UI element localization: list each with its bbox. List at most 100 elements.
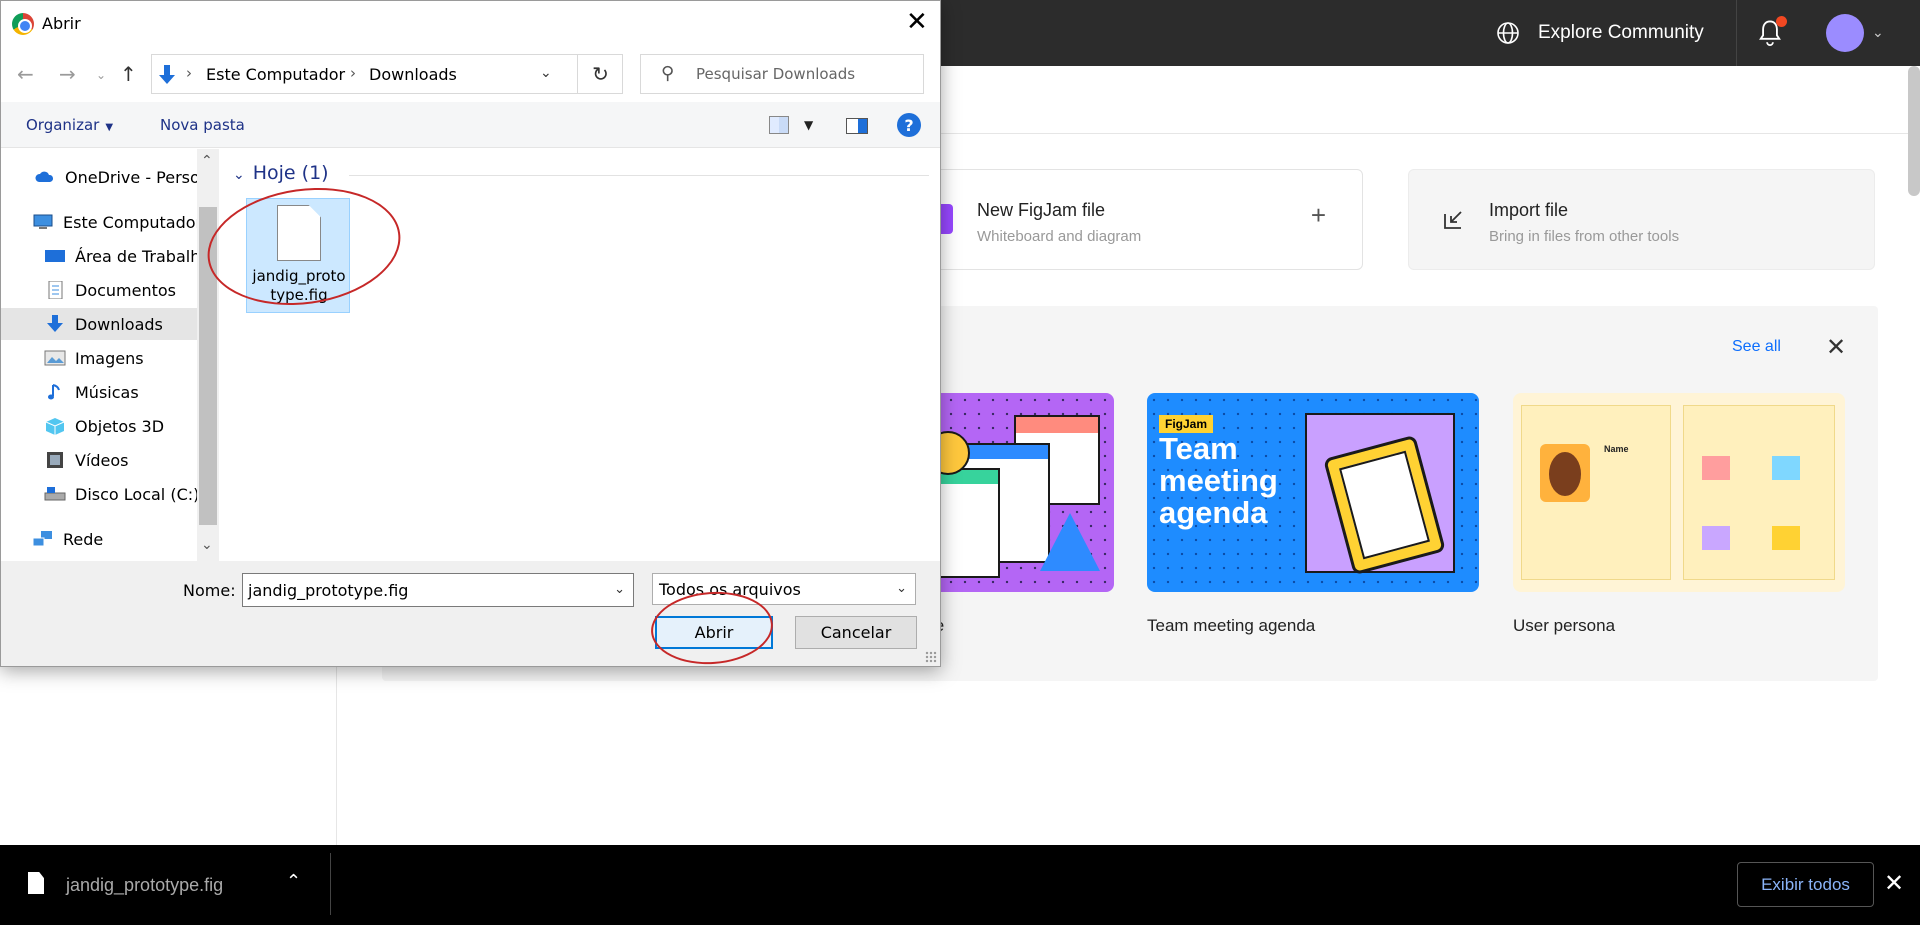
nav-item-label: Imagens xyxy=(75,348,144,368)
nav-item-musicas[interactable]: Músicas xyxy=(1,376,197,408)
chevron-down-icon[interactable]: ⌄ xyxy=(96,68,106,82)
resize-grip-icon[interactable] xyxy=(925,651,937,663)
open-file-dialog: Abrir ✕ ← → ⌄ ↑ › Este Computador › Down… xyxy=(0,0,941,667)
chevron-up-icon[interactable]: ⌃ xyxy=(201,153,213,169)
new-folder-button[interactable]: Nova pasta xyxy=(160,116,245,134)
close-icon[interactable]: ✕ xyxy=(906,7,928,37)
group-header-today[interactable]: ⌄ Hoje (1) xyxy=(233,162,329,184)
close-icon[interactable]: ✕ xyxy=(1884,869,1904,898)
file-type-select[interactable]: Todos os arquivos ⌄ xyxy=(652,573,916,605)
nav-item-objetos-3d[interactable]: Objetos 3D xyxy=(1,410,197,442)
nav-item-este-computador[interactable]: Este Computador xyxy=(1,206,197,238)
organize-label: Organizar xyxy=(26,116,100,134)
sticky-note xyxy=(1702,456,1730,480)
images-icon xyxy=(44,350,66,366)
chevron-down-icon[interactable]: ⌄ xyxy=(201,537,213,553)
file-name-label: Nome: xyxy=(183,581,236,600)
show-all-downloads-button[interactable]: Exibir todos xyxy=(1737,862,1874,907)
nav-scrollbar-thumb[interactable] xyxy=(199,207,217,525)
videos-icon xyxy=(47,452,63,468)
refresh-icon[interactable]: ↻ xyxy=(577,55,623,93)
file-name-value[interactable]: jandig_prototype.fig xyxy=(248,581,408,600)
nav-item-label: Área de Trabalho xyxy=(75,246,197,266)
sticky-note xyxy=(1772,456,1800,480)
nav-item-imagens[interactable]: Imagens xyxy=(1,342,197,374)
page-scrollbar[interactable] xyxy=(1908,66,1920,196)
explore-community-label: Explore Community xyxy=(1538,22,1704,43)
download-file-name[interactable]: jandig_prototype.fig xyxy=(66,875,223,896)
plus-icon: + xyxy=(1310,200,1326,230)
template-thumbnail-team-meeting[interactable]: FigJam Team meeting agenda xyxy=(1147,393,1479,592)
nav-item-area-de-trabalho[interactable]: Área de Trabalho xyxy=(1,240,197,272)
network-icon xyxy=(32,531,52,547)
dialog-footer: Nome: jandig_prototype.fig ⌄ Todos os ar… xyxy=(1,561,940,666)
template-caption[interactable]: Team meeting agenda xyxy=(1147,616,1315,636)
caret-down-icon[interactable]: ▼ xyxy=(804,118,813,132)
back-arrow-icon[interactable]: ← xyxy=(17,62,34,86)
group-divider xyxy=(349,175,929,176)
chevron-up-icon[interactable]: ⌃ xyxy=(286,871,301,892)
documents-icon xyxy=(48,281,63,299)
template-thumbnail-brainstorm[interactable] xyxy=(930,393,1114,592)
nav-item-onedrive[interactable]: OneDrive - Personal xyxy=(1,161,197,193)
explore-community-link[interactable]: Explore Community xyxy=(1496,0,1704,66)
import-file-subtitle: Bring in files from other tools xyxy=(1489,228,1680,245)
caret-down-icon: ▼ xyxy=(105,122,114,133)
search-input[interactable] xyxy=(696,63,916,85)
topbar-divider xyxy=(1736,0,1737,66)
new-figjam-subtitle: Whiteboard and diagram xyxy=(977,228,1142,245)
nav-item-rede[interactable]: Rede xyxy=(1,523,197,555)
nav-item-label: Disco Local (C:) xyxy=(75,484,197,504)
chevron-down-icon[interactable]: ⌄ xyxy=(1872,24,1884,41)
nav-scrollbar[interactable]: ⌃ ⌄ xyxy=(197,149,219,561)
forward-arrow-icon[interactable]: → xyxy=(59,62,76,86)
file-list-pane: ⌄ Hoje (1) jandig_prototype.fig xyxy=(219,149,940,561)
downloads-icon xyxy=(47,315,63,332)
preview-pane-icon[interactable] xyxy=(846,118,868,134)
file-name-combobox[interactable]: jandig_prototype.fig ⌄ xyxy=(242,573,634,607)
new-figjam-card[interactable]: New FigJam file Whiteboard and diagram + xyxy=(880,169,1363,270)
help-icon[interactable]: ? xyxy=(897,113,921,137)
view-options-icon[interactable] xyxy=(769,116,789,134)
file-icon xyxy=(28,872,44,894)
see-all-link[interactable]: See all xyxy=(1732,338,1781,356)
dialog-titlebar: Abrir ✕ xyxy=(1,1,940,46)
dialog-title: Abrir xyxy=(42,14,81,33)
template-caption[interactable]: User persona xyxy=(1513,616,1615,636)
disk-icon xyxy=(44,487,66,501)
open-button[interactable]: Abrir xyxy=(655,616,773,649)
nav-item-label: Músicas xyxy=(75,382,139,402)
breadcrumb-segment[interactable]: Downloads xyxy=(369,65,457,84)
close-icon[interactable]: ✕ xyxy=(1826,333,1846,362)
import-file-card[interactable]: Import file Bring in files from other to… xyxy=(1408,169,1875,270)
avatar[interactable] xyxy=(1826,14,1864,52)
breadcrumb-segment[interactable]: Este Computador xyxy=(206,65,345,84)
search-icon: ⚲ xyxy=(661,63,675,84)
nav-item-disco-local[interactable]: Disco Local (C:) xyxy=(1,478,197,510)
chevron-down-icon[interactable]: ⌄ xyxy=(540,65,552,81)
download-divider xyxy=(330,853,331,915)
nav-item-documentos[interactable]: Documentos xyxy=(1,274,197,306)
organize-menu[interactable]: Organizar ▼ xyxy=(26,116,113,134)
nav-item-videos[interactable]: Vídeos xyxy=(1,444,197,476)
cancel-button[interactable]: Cancelar xyxy=(795,616,917,649)
persona-card xyxy=(1683,405,1835,580)
nav-item-label: Este Computador xyxy=(63,212,197,232)
nav-item-label: Downloads xyxy=(75,314,163,334)
chevron-down-icon[interactable]: ⌄ xyxy=(614,582,625,597)
file-item[interactable]: jandig_prototype.fig xyxy=(246,198,350,313)
globe-icon xyxy=(1497,22,1519,44)
group-header-label: Hoje (1) xyxy=(252,162,329,184)
address-bar[interactable]: › Este Computador › Downloads ⌄ ↻ xyxy=(151,54,623,94)
up-arrow-icon[interactable]: ↑ xyxy=(120,62,137,86)
chevron-down-icon: ⌄ xyxy=(896,581,907,596)
thumb-title: Team meeting agenda xyxy=(1159,431,1278,530)
onedrive-icon xyxy=(35,171,54,182)
search-box[interactable]: ⚲ xyxy=(640,54,924,94)
template-thumbnail-user-persona[interactable]: Name xyxy=(1513,393,1845,592)
nav-item-label: Documentos xyxy=(75,280,177,300)
nav-item-downloads[interactable]: Downloads xyxy=(1,308,197,340)
chrome-logo-icon xyxy=(12,13,34,35)
persona-name-label: Name xyxy=(1604,444,1629,454)
nav-item-label: Objetos 3D xyxy=(75,416,165,436)
